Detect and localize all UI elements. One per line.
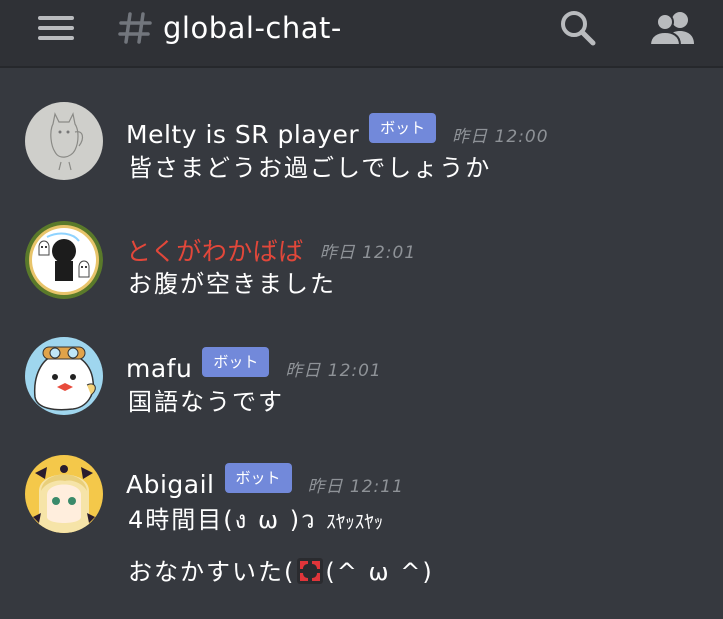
avatar[interactable] [25, 102, 103, 180]
message-header: Abigail ボット 昨日 12:11 [126, 463, 404, 504]
message-text: 皆さまどうお過ごしでしょうか [128, 154, 492, 182]
timestamp: 昨日 12:01 [319, 242, 417, 263]
chat-app: global-chat- Melty is SR player ボット 昨日 1… [0, 0, 723, 619]
username[interactable]: とくがわかばば [126, 232, 304, 268]
timestamp: 昨日 12:11 [307, 476, 404, 497]
timestamp: 昨日 12:00 [452, 126, 549, 147]
message-text: 国語なうです [128, 388, 284, 416]
message-text: おなかすいた( (^ ω ^) [128, 552, 434, 587]
channel-header: global-chat- [0, 0, 723, 68]
message-text-small: ｽﾔｯｽﾔｯ [326, 511, 384, 533]
avatar[interactable] [25, 337, 103, 415]
message-text-end: (^ ω ^) [325, 558, 434, 586]
avatar[interactable] [25, 455, 103, 533]
message-text-start: おなかすいた( [128, 558, 296, 586]
timestamp: 昨日 12:01 [285, 360, 382, 381]
hamburger-menu-icon[interactable] [38, 14, 76, 42]
avatar[interactable] [25, 221, 103, 299]
username[interactable]: Abigail [126, 470, 215, 499]
channel-hash-icon [118, 12, 152, 44]
anger-symbol-emoji [297, 558, 324, 584]
bot-badge: ボット [202, 347, 270, 377]
message-list: Melty is SR player ボット 昨日 12:00 皆さまどうお過ご… [0, 70, 723, 619]
message-text-main: 4時間目(ง ω )ว [128, 506, 317, 534]
channel-name: global-chat- [163, 11, 342, 45]
username[interactable]: Melty is SR player [126, 120, 359, 149]
bot-badge: ボット [224, 463, 292, 493]
bot-badge: ボット [369, 113, 437, 143]
search-icon[interactable] [558, 8, 598, 48]
members-icon[interactable] [648, 10, 696, 46]
username[interactable]: mafu [126, 354, 192, 383]
message-text: 4時間目(ง ω )ว ｽﾔｯｽﾔｯ [128, 500, 383, 539]
message-text: お腹が空きました [128, 270, 336, 298]
